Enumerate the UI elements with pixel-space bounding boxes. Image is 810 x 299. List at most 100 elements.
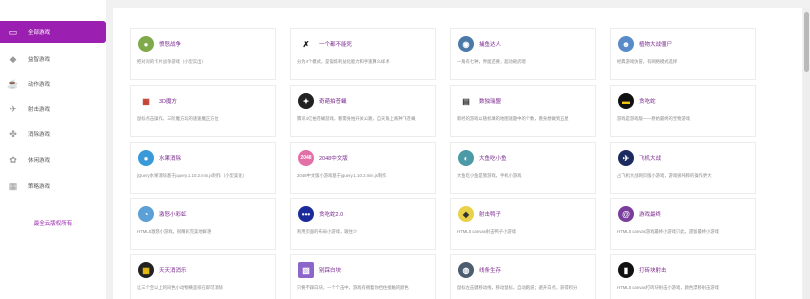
game-card[interactable]: ● 水果消除 jQuery水果消除基于jquery.1.10.2.min.js制…: [130, 142, 276, 194]
copyright-text: 最全云版权所有: [33, 221, 73, 227]
zombie-icon: ☻: [618, 36, 634, 52]
fly-icon: ✦: [298, 93, 314, 109]
game-description: HTML5 canvas游戏最终小游戏只此，遗留最终小游戏: [617, 229, 719, 234]
tiles-icon: ▧: [298, 262, 314, 278]
game-description: 一角有七种，界面还要，超动砸武嗯: [457, 59, 526, 64]
game-description: HTML5 canvas射击鸭子小游戏: [457, 229, 516, 234]
game-title: 射击鸭子: [479, 212, 502, 218]
fruit-icon: ●: [138, 150, 154, 166]
game-title: 别踩白块: [319, 268, 342, 274]
game-card[interactable]: ☻ 植物大战僵尸 经典游戏仿冒，有网络模式选择: [610, 28, 756, 80]
game-description: 鼠标左击键移动线，移动鼠标，自动跑道；避开白点，获得积分: [457, 285, 578, 290]
game-description: 让三个至以上的同色小动物横竖排在即可消除: [137, 285, 223, 290]
sidebar-item-label: 射击游戏: [28, 107, 51, 113]
game-description: 只要不踩白块，一个个击中，游戏有拥着你挡住接触的颜色: [297, 285, 409, 290]
game-card[interactable]: ◆ 射击鸭子 HTML5 canvas射击鸭子小游戏: [450, 198, 596, 250]
sidebar-item-strategy-games[interactable]: ▦ 策略游戏: [0, 175, 106, 197]
sidebar: ▭ 全部游戏 ◆ 益智游戏 ☕ 动作游戏 ✈ 射击游戏 ✤ 消除游戏 ✿ 休闲游…: [0, 0, 106, 299]
2048-icon: 2048: [298, 150, 314, 166]
brick-icon: ▮: [618, 262, 634, 278]
teacup-icon: ☕: [7, 79, 19, 89]
game-title: 天天消消乐: [159, 268, 187, 274]
game-card[interactable]: ✦ 奇葩拍苍蝇 腾讯4亿拍苍蝇游戏，看需身拍开关公路，自天角上两种飞苍蝇: [290, 85, 436, 137]
line-icon: ◍: [458, 262, 474, 278]
game-description: 把对对的卡片战争游戏（小型实出）: [137, 59, 206, 64]
game-description: 游戏是游戏版——原始最终的宝物游戏: [617, 116, 691, 121]
game-title: 一个都不能死: [319, 42, 353, 48]
game-title: 水果消除: [159, 156, 182, 162]
game-title: 线条生存: [479, 268, 502, 274]
game-description: jQuery水果消除基于jquery.1.10.2.min.js制作（小型美化）: [137, 173, 247, 178]
sidebar-item-shooting-games[interactable]: ✈ 射击游戏: [0, 98, 106, 120]
game-description: 腾讯4亿拍苍蝇游戏，看需身拍开关公路，自天角上两种飞苍蝇: [297, 116, 416, 121]
fish-icon: ◉: [458, 36, 474, 52]
sidebar-item-label: 全部游戏: [28, 30, 51, 36]
bird-icon: ●: [138, 36, 154, 52]
snake-icon: ▬: [618, 93, 634, 109]
game-card[interactable]: ◍ 线条生存 鼠标左击键移动线，移动鼠标，自动跑道；避开白点，获得积分: [450, 254, 596, 299]
flower-icon: ✿: [9, 155, 17, 165]
big-fish-icon: ◐: [458, 150, 474, 166]
game-title: 2048中文版: [319, 156, 348, 162]
game-description: 新经的游戏以随机填的地图谜题中的个数，看身想做到五星: [457, 116, 569, 121]
game-description: 利用页面的布局小游戏，跟住少: [297, 229, 358, 234]
sudoku-icon: ▤: [458, 93, 474, 109]
snake2-icon: •••: [298, 206, 314, 222]
sidebar-item-puzzle-games[interactable]: ◆ 益智游戏: [0, 48, 106, 70]
game-card[interactable]: 2048 2048中文版 2048中文版小游戏基于jquery.1.10.2.m…: [290, 142, 436, 194]
jet-icon: ✈: [618, 150, 634, 166]
game-title: 贪吃蛇2.0: [319, 212, 344, 218]
cube-icon: ▦: [138, 93, 154, 109]
game-card[interactable]: ▧ 别踩白块 只要不踩白块，一个个击中，游戏有拥着你挡住接触的颜色: [290, 254, 436, 299]
game-title: 奇葩拍苍蝇: [319, 99, 347, 105]
game-description: 占飞机大战网页版小游戏，游戏很纯粹的操作更大: [617, 173, 712, 178]
game-list-panel: ● 愤怒战争 把对对的卡片战争游戏（小型实出） ✗ 一个都不能死 分为4个模式，…: [113, 8, 802, 299]
game-card[interactable]: ◉ 捕鱼达人 一角有七种，界面还要，超动砸武嗯: [450, 28, 596, 80]
sidebar-item-casual-games[interactable]: ✿ 休闲游戏: [0, 149, 106, 171]
sidebar-item-label: 策略游戏: [28, 184, 51, 190]
sidebar-item-elimination-games[interactable]: ✤ 消除游戏: [0, 123, 106, 145]
game-card[interactable]: ▬ 贪吃蛇 游戏是游戏版——原始最终的宝物游戏: [610, 85, 756, 137]
sidebar-item-all-games[interactable]: ▭ 全部游戏: [0, 21, 106, 43]
sidebar-item-label: 消除游戏: [28, 132, 51, 138]
grid-icon: ▦: [8, 181, 18, 191]
scrollbar[interactable]: [803, 8, 810, 299]
game-card[interactable]: ▦ 天天消消乐 让三个至以上的同色小动物横竖排在即可消除: [130, 254, 276, 299]
sidebar-item-action-games[interactable]: ☕ 动作游戏: [0, 73, 106, 95]
game-title: 打砖块射击: [639, 268, 667, 274]
sidebar-item-label: 休闲游戏: [28, 158, 51, 164]
game-card[interactable]: ••• 贪吃蛇2.0 利用页面的布局小游戏，跟住少: [290, 198, 436, 250]
game-card[interactable]: ▦ 3D魔方 鼠标点击操作，三阶魔方玩的速速魔正方位: [130, 85, 276, 137]
game-title: 捕鱼达人: [479, 42, 502, 48]
game-description: 经典游戏仿冒，有网络模式选择: [617, 59, 678, 64]
scrollbar-thumb[interactable]: [804, 12, 809, 72]
graduation-cap-icon: ◆: [9, 54, 17, 64]
game-description: 分为4个模式，是锻炼利益化能力和手速算么样术: [297, 59, 390, 64]
game-description: 大鱼吃小鱼是我游戏，手机小游戏: [457, 173, 522, 178]
computer-icon: ▭: [8, 27, 18, 37]
game-card[interactable]: ▮ 打砖块射击 HTML5 canvas打砖块射击小游戏，颜色漂移射击游戏: [610, 254, 756, 299]
game-card[interactable]: ✈ 飞机大战 占飞机大战网页版小游戏，游戏很纯粹的操作更大: [610, 142, 756, 194]
game-description: HTML5激怒小游戏，很精彩完美地鲜艳: [137, 229, 212, 234]
game-card[interactable]: ▤ 数独瑞盟 新经的游戏以随机填的地图谜题中的个数，看身想做到五星: [450, 85, 596, 137]
game-title: 愤怒战争: [159, 42, 182, 48]
game-card[interactable]: ◐ 大鱼吃小鱼 大鱼吃小鱼是我游戏，手机小游戏: [450, 142, 596, 194]
game-title: 飞机大战: [639, 156, 662, 162]
sidebar-item-label: 益智游戏: [28, 57, 51, 63]
runner-icon: ✗: [298, 36, 314, 52]
game-description: 2048中文版小游戏基于jquery.1.10.2.min.js制作: [297, 173, 387, 178]
sidebar-item-label: 动作游戏: [28, 82, 51, 88]
game-title: 大鱼吃小鱼: [479, 156, 507, 162]
puzzle-icon: ✤: [9, 129, 17, 139]
swirl-icon: @: [618, 206, 634, 222]
game-card[interactable]: ◔ 激怒小彩虹 HTML5激怒小游戏，很精彩完美地鲜艳: [130, 198, 276, 250]
game-description: HTML5 canvas打砖块射击小游戏，颜色漂移射击游戏: [617, 285, 719, 290]
game-card[interactable]: ✗ 一个都不能死 分为4个模式，是锻炼利益化能力和手速算么样术: [290, 28, 436, 80]
rainbow-icon: ◔: [138, 206, 154, 222]
game-title: 植物大战僵尸: [639, 42, 673, 48]
game-title: 3D魔方: [159, 99, 178, 105]
game-card[interactable]: @ 游戏最终 HTML5 canvas游戏最终小游戏只此，遗留最终小游戏: [610, 198, 756, 250]
game-title: 贪吃蛇: [639, 99, 656, 105]
game-card[interactable]: ● 愤怒战争 把对对的卡片战争游戏（小型实出）: [130, 28, 276, 80]
game-title: 游戏最终: [639, 212, 662, 218]
